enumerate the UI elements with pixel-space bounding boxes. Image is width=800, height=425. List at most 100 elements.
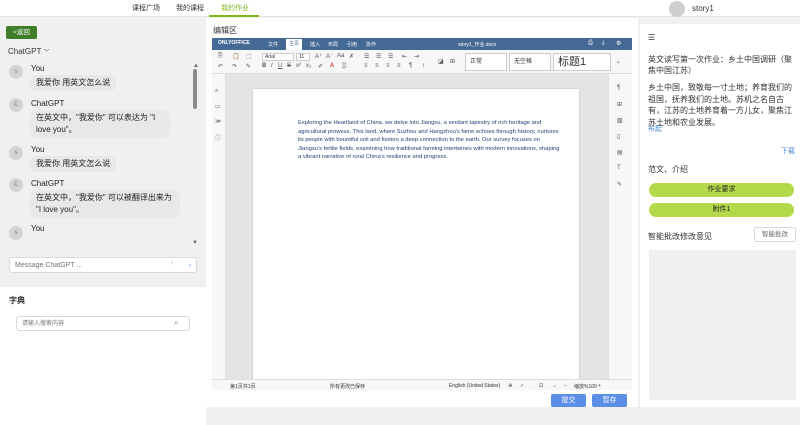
active-tab-indicator [209,15,259,17]
underline-icon[interactable]: U [278,63,282,69]
menu-references[interactable]: 引用 [347,41,357,48]
chevron-down-icon[interactable]: ⌄ [616,58,621,65]
back-button[interactable]: <返回 [6,26,37,39]
tab-my-courses[interactable]: 我的课程 [176,3,204,13]
globe-icon[interactable]: ⊕ [508,383,512,389]
paste-icon[interactable]: 📋 [232,53,239,60]
change-case-icon[interactable]: Aa [337,53,344,59]
smart-review-button[interactable]: 智能批改 [754,227,796,242]
model-selector[interactable]: ChatGPT ﹀ [8,47,49,56]
align-right-icon[interactable]: ≡ [386,63,390,69]
indent-decrease-icon[interactable]: ⇤ [402,53,407,60]
style-heading-1[interactable]: 标题1 [553,53,611,71]
menu-insert[interactable]: 插入 [310,41,320,48]
avatar[interactable] [669,1,685,17]
font-size-select[interactable]: 11 [296,53,310,61]
shading-paragraph-icon[interactable]: ◪ [438,58,444,65]
highlight-icon[interactable]: ✐ [318,63,323,70]
document-page[interactable]: Exploring the Heartland of China, we del… [253,89,579,389]
left-tool-sidebar: ⌕ ▭ ≫ ⓘ [212,74,226,379]
chevron-down-icon[interactable]: ⌄ [187,260,193,268]
image-settings-icon[interactable]: ▨ [617,117,623,124]
zoom-in-icon[interactable]: + [598,383,601,389]
shading-icon[interactable]: ▒ [342,63,346,69]
style-normal[interactable]: 正常 [465,53,507,71]
comment-icon[interactable]: ▭ [215,103,221,110]
font-decrease-icon[interactable]: A⁻ [326,53,333,60]
clear-format-icon[interactable]: ✗ [349,53,354,60]
scroll-down-icon[interactable]: ▼ [192,240,198,246]
attachment-1-button[interactable]: 附件1 [649,203,794,217]
paragraph-mark-icon[interactable]: ¶ [409,63,412,69]
paragraph-settings-icon[interactable]: ¶ [617,85,620,91]
align-left-icon[interactable]: ≡ [364,63,368,69]
assignment-description: 乡土中国，致敬每一寸土地；养育我们的祖国，抚养我们的土地。苏机之名自古有，江苏的… [648,83,792,127]
dictionary-search: ⌕ [16,316,190,331]
assignment-requirements-button[interactable]: 作业要求 [649,183,794,197]
table-settings-icon[interactable]: ⊞ [617,101,622,108]
style-no-spacing[interactable]: 无空格 [509,53,551,71]
menu-layout[interactable]: 布局 [328,41,338,48]
bullet-list-icon[interactable]: ☰ [364,53,369,60]
copy-icon[interactable]: ⎘ [218,53,223,60]
undo-icon[interactable]: ↶ [218,63,223,70]
header-footer-icon[interactable]: ▯ [617,133,620,140]
signature-icon[interactable]: ✎ [617,181,622,188]
font-name-select[interactable]: Arial [262,53,294,61]
zoom-out-icon[interactable]: − [564,383,567,389]
text-art-icon[interactable]: T [617,165,621,171]
multilevel-list-icon[interactable]: ☰ [388,53,393,60]
print-icon[interactable]: ⎙ [588,40,593,47]
language-selector[interactable]: English (United States) [449,383,500,389]
dictionary-search-input[interactable] [17,317,157,331]
fit-page-icon[interactable]: ⊡ [539,383,543,389]
username[interactable]: story1 [692,4,714,13]
strikethrough-icon[interactable]: S [287,63,291,69]
collapse-link[interactable]: 布起 [648,124,662,134]
submit-button[interactable]: 提交 [551,394,586,407]
save-draft-button[interactable]: 暂存 [592,394,627,407]
indent-increase-icon[interactable]: ⇥ [414,53,419,60]
document-canvas: Exploring the Heartland of China, we del… [226,74,608,389]
download-link[interactable]: 下载 [781,146,795,156]
message-input[interactable] [10,258,150,272]
tab-course-square[interactable]: 课程广场 [132,3,160,13]
align-justify-icon[interactable]: ≡ [397,63,401,69]
redo-icon[interactable]: ↷ [232,63,237,70]
align-center-icon[interactable]: ≡ [375,63,379,69]
page-indicator: 第1页共1页 [230,384,256,390]
italic-icon[interactable]: I [271,63,273,69]
assignment-panel: ☰ 英文读写第一次作业：乡土中国调研（聚焦中国江苏） 乡土中国，致敬每一寸土地；… [640,24,800,407]
zoom-level[interactable]: 缩放%100 [574,383,597,390]
search-icon[interactable]: ⌕ [174,318,178,328]
font-increase-icon[interactable]: A⁺ [315,53,322,60]
fit-width-icon[interactable]: ↔ [552,383,557,389]
info-icon[interactable]: ⓘ [215,133,221,142]
search-icon[interactable]: ⌕ [215,88,218,95]
spellcheck-icon[interactable]: ✓ [520,383,524,389]
chat-scrollbar[interactable] [193,69,197,109]
upload-icon[interactable]: ↑ [170,260,174,267]
menu-file[interactable]: 文件 [268,41,278,48]
borders-icon[interactable]: ⊞ [450,58,455,65]
settings-icon[interactable]: ⚙ [616,40,621,47]
select-all-icon[interactable]: ⬚ [246,53,252,60]
chart-settings-icon[interactable]: ▤ [617,149,623,156]
format-painter-icon[interactable]: ✎ [246,63,251,70]
numbered-list-icon[interactable]: ☰ [376,53,381,60]
tab-my-assignments[interactable]: 我的作业 [221,3,249,13]
download-icon[interactable]: ⤓ [602,40,605,47]
menu-home[interactable]: 主页 [286,39,303,50]
menu-collaboration[interactable]: 协作 [366,41,376,48]
menu-icon[interactable]: ☰ [648,33,655,42]
document-text[interactable]: Exploring the Heartland of China, we del… [298,119,560,162]
superscript-icon[interactable]: x² [296,63,301,69]
message-sender: You [31,145,45,154]
navigation-icon[interactable]: ≫ [215,118,221,125]
bold-icon[interactable]: B [262,63,266,69]
font-color-icon[interactable]: A [330,63,334,69]
subscript-icon[interactable]: x₂ [306,63,311,69]
editor-section-label: 编辑区 [213,26,237,35]
line-spacing-icon[interactable]: ↕ [422,63,425,69]
message-bubble: 在英文中，"我爱你" 可以被翻译出来为 "I love you"。 [30,190,180,218]
